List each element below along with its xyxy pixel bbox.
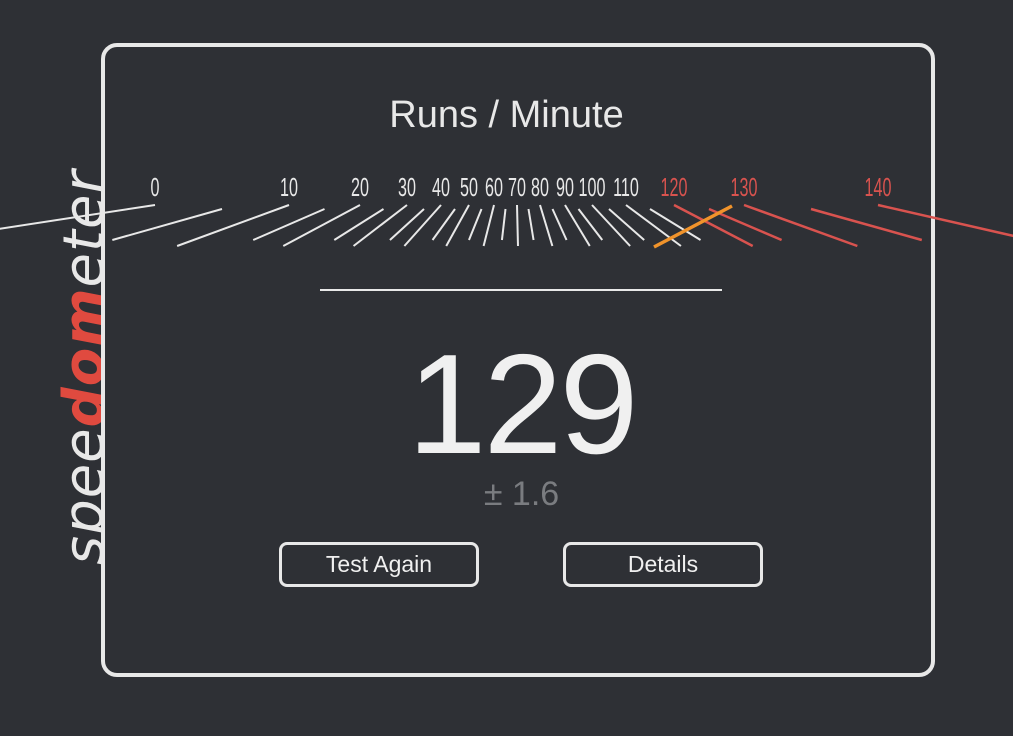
gauge-tick (468, 208, 483, 241)
gauge-tick (564, 204, 591, 247)
gauge-tick (500, 208, 507, 241)
gauge-tick (482, 204, 495, 247)
gauge-tick-label: 10 (280, 172, 298, 202)
gauge-tick-label: 60 (485, 172, 503, 202)
gauge-tick-label: 80 (531, 172, 549, 202)
gauge-tick-label: 50 (460, 172, 478, 202)
divider (320, 289, 722, 291)
score-error: ± 1.6 (483, 475, 560, 513)
gauge-tick-label: 130 (731, 172, 758, 202)
gauge-tick (551, 208, 568, 241)
gauge-tick (333, 208, 385, 241)
gauge-tick (516, 204, 519, 247)
gauge-tick-label: 90 (556, 172, 574, 202)
gauge-tick (0, 204, 156, 230)
gauge-tick-label: 70 (508, 172, 526, 202)
gauge-tick-label: 110 (613, 172, 639, 202)
gauge-tick-label: 100 (579, 172, 606, 202)
gauge-tick-label: 0 (151, 172, 160, 202)
details-button[interactable]: Details (563, 542, 763, 587)
score-value: 129 (407, 325, 639, 484)
gauge-tick (539, 204, 554, 247)
gauge: 0 10 20 30 40 50 60 70 80 90 100 110 120 130 140 (0, 172, 1013, 249)
gauge-tick-label: 140 (865, 172, 892, 202)
gauge-tick (445, 204, 470, 247)
gauge-needle (653, 204, 733, 249)
test-again-button[interactable]: Test Again (279, 542, 479, 587)
gauge-tick-label: 120 (661, 172, 688, 202)
gauge-tick-label: 40 (432, 172, 450, 202)
gauge-tick-label: 20 (351, 172, 369, 202)
gauge-tick (743, 203, 858, 248)
gauge-tick (176, 204, 290, 247)
gauge-tick-label: 30 (398, 172, 416, 202)
gauge-tick (527, 208, 535, 241)
gauge-tick (877, 203, 1013, 238)
